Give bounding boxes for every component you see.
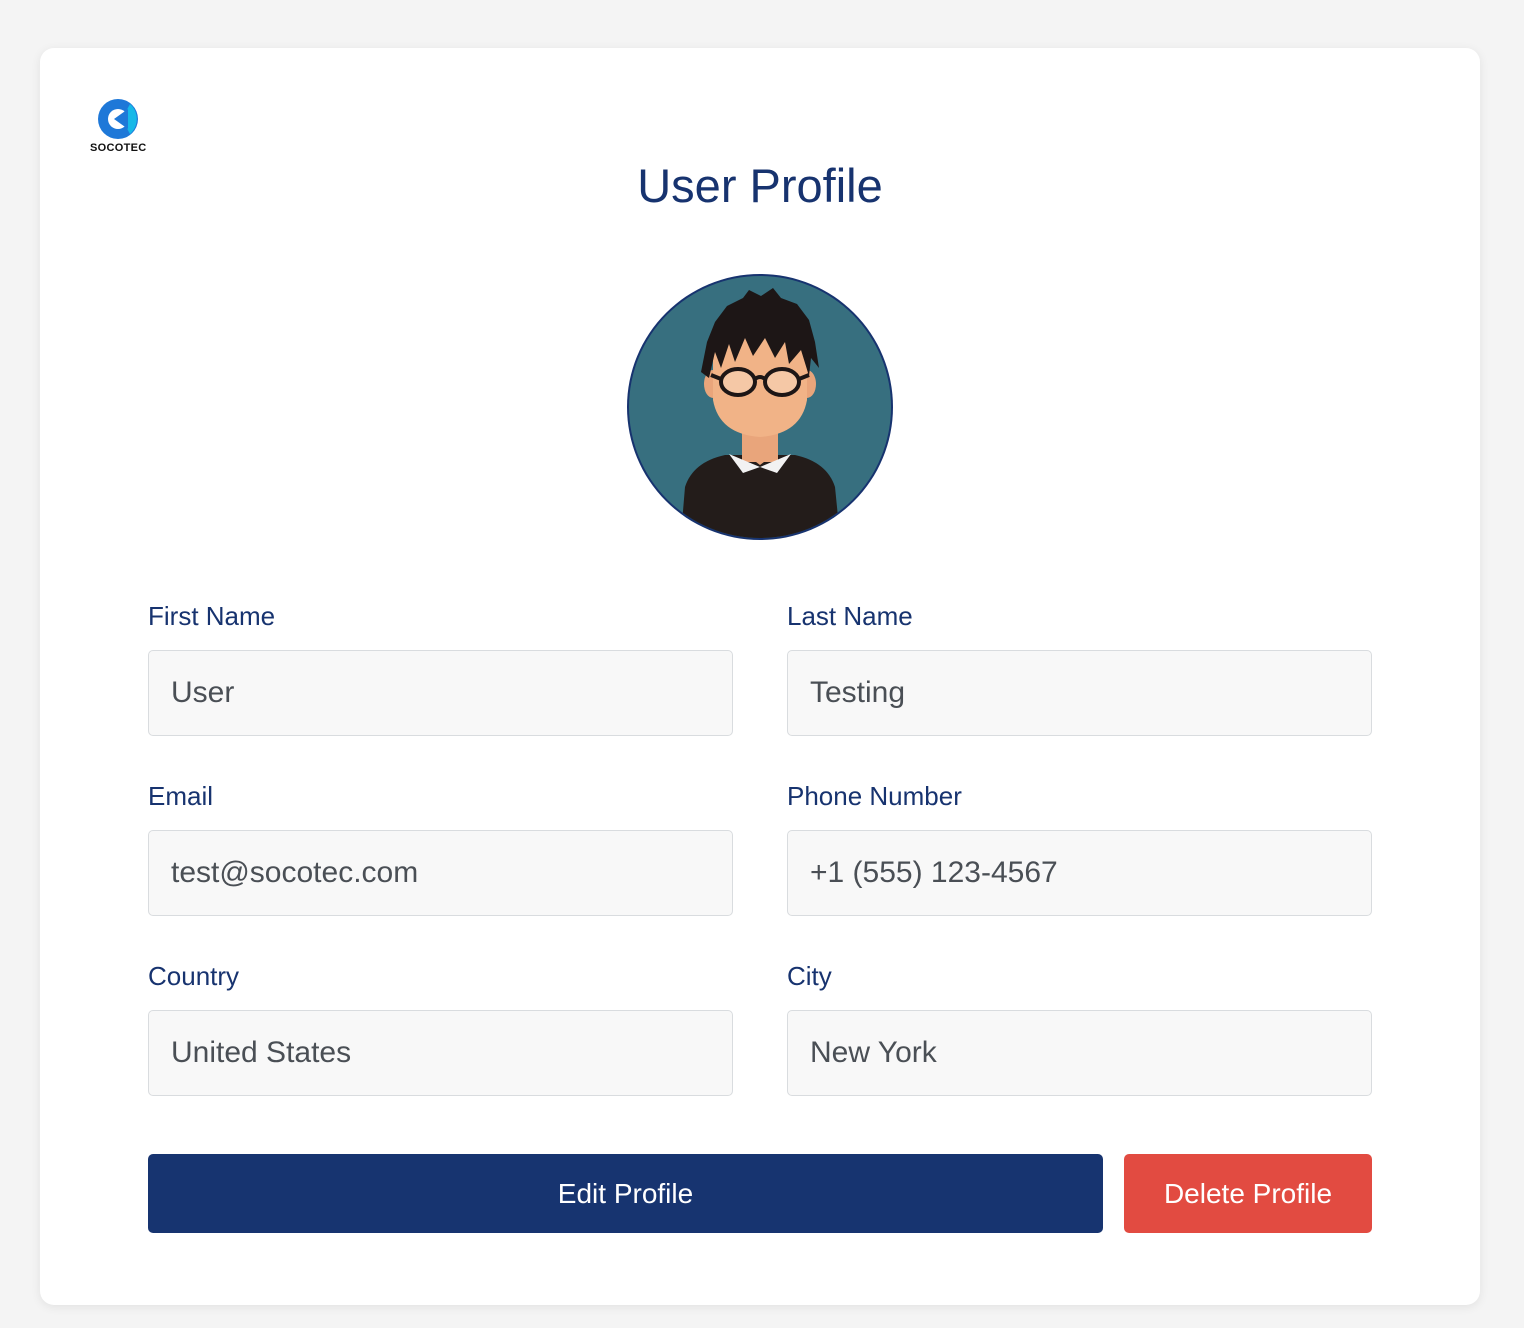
phone-number-label: Phone Number <box>787 781 962 811</box>
brand-logo[interactable]: SOCOTEC <box>90 98 154 160</box>
user-avatar-icon[interactable] <box>625 272 895 542</box>
brand-name: SOCOTEC <box>90 142 147 154</box>
last-name-label: Last Name <box>787 601 913 631</box>
email-label: Email <box>148 781 214 811</box>
city-label: City <box>787 961 832 991</box>
socotec-logo-icon <box>98 99 138 139</box>
phone-number-field[interactable]: +1 (555) 123-4567 <box>787 830 1372 916</box>
profile-card: SOCOTEC User Profile First Name User Las… <box>40 48 1480 1305</box>
last-name-field[interactable]: Testing <box>787 650 1372 736</box>
first-name-label: First Name <box>148 601 276 631</box>
edit-profile-button[interactable]: Edit Profile <box>148 1154 1103 1233</box>
delete-profile-button[interactable]: Delete Profile <box>1124 1154 1372 1233</box>
city-field[interactable]: New York <box>787 1010 1372 1096</box>
email-field[interactable]: test@socotec.com <box>148 830 733 916</box>
page-title: User Profile <box>637 159 883 212</box>
country-field[interactable]: United States <box>148 1010 733 1096</box>
country-label: Country <box>148 961 240 991</box>
first-name-field[interactable]: User <box>148 650 733 736</box>
